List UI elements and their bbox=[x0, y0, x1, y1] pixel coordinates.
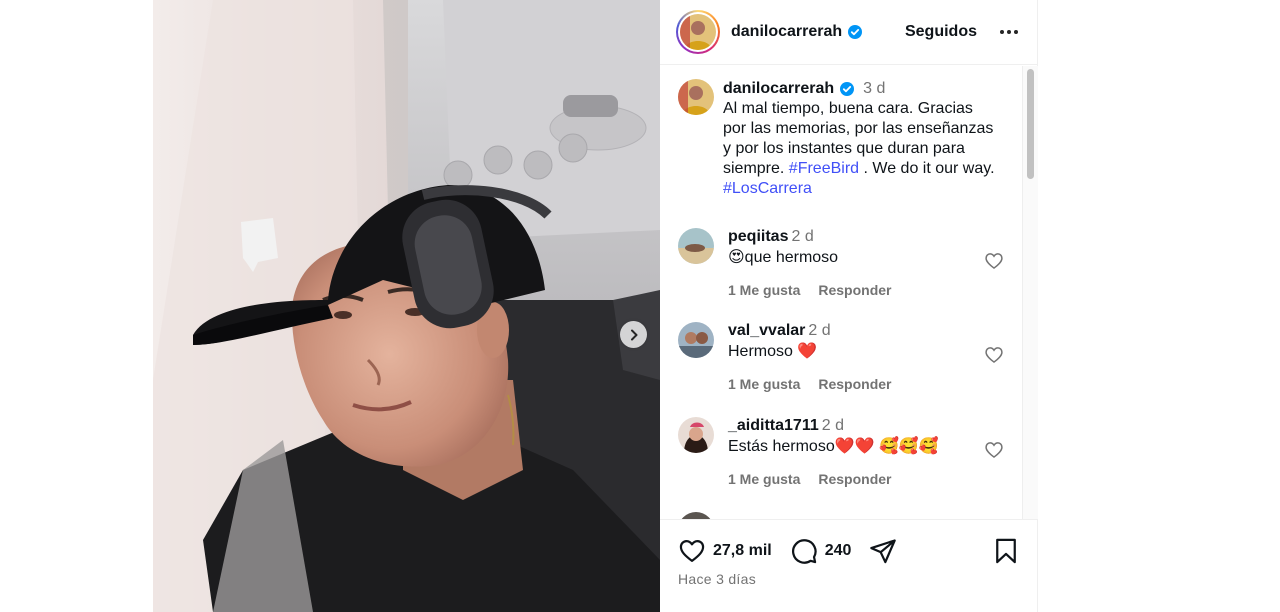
post-header: danilocarrerah Seguidos bbox=[660, 0, 1037, 65]
post-timestamp[interactable]: Hace 3 días bbox=[678, 571, 756, 587]
heart-icon[interactable] bbox=[678, 537, 706, 565]
avatar[interactable] bbox=[678, 228, 714, 264]
scrollbar-thumb[interactable] bbox=[1027, 69, 1034, 179]
verified-badge-icon bbox=[840, 82, 855, 96]
caption-line: por las memorias, por las enseñanzas bbox=[723, 120, 994, 137]
caption-line: y por los instantes que duran para bbox=[723, 140, 965, 157]
comment-bubble-icon[interactable] bbox=[790, 537, 818, 565]
comment-likes[interactable]: 1 Me gusta bbox=[728, 376, 800, 392]
avatar[interactable] bbox=[678, 79, 714, 115]
caption-text: Al mal tiempo, buena cara. Gracias por l… bbox=[723, 99, 1022, 199]
comments-list[interactable]: danilocarrerah 3 d Al mal tiempo, buena … bbox=[660, 66, 1022, 519]
avatar[interactable] bbox=[678, 417, 714, 453]
reply-button[interactable]: Responder bbox=[818, 471, 891, 487]
caption-segment: . We do it our way. bbox=[859, 160, 995, 177]
comment-username[interactable]: peqiitas bbox=[728, 228, 788, 245]
comment-username[interactable]: val_vvalar bbox=[728, 322, 805, 339]
reply-button[interactable]: Responder bbox=[818, 282, 891, 298]
likes-count[interactable]: 27,8 mil bbox=[713, 542, 772, 560]
hashtag-link[interactable]: #FreeBird bbox=[789, 160, 859, 177]
comment-username[interactable]: _aiditta1711 bbox=[728, 417, 819, 434]
comment-text: Estás hermoso❤️❤️ 🥰🥰🥰 bbox=[728, 438, 939, 455]
avatar bbox=[680, 14, 716, 50]
following-button[interactable]: Seguidos bbox=[905, 23, 977, 41]
verified-badge-icon bbox=[848, 25, 863, 39]
caption-time[interactable]: 3 d bbox=[863, 80, 885, 98]
comments-scrollbar[interactable] bbox=[1022, 66, 1038, 519]
post-actions: 27,8 mil 240 Hace 3 días bbox=[660, 519, 1038, 612]
comment-time[interactable]: 2 d bbox=[808, 322, 830, 339]
more-options-button[interactable] bbox=[997, 20, 1021, 44]
caption-segment: siempre. bbox=[723, 160, 789, 177]
post-author-username[interactable]: danilocarrerah bbox=[731, 23, 842, 41]
hashtag-link[interactable]: #LosCarrera bbox=[723, 180, 812, 197]
caption-line: Al mal tiempo, buena cara. Gracias bbox=[723, 100, 973, 117]
more-options-icon bbox=[1000, 30, 1018, 34]
like-comment-heart-icon[interactable] bbox=[984, 251, 1004, 271]
comment-text: 😍que hermoso bbox=[728, 249, 839, 266]
caption-line: #LosCarrera bbox=[723, 179, 1022, 199]
post-details-panel: danilocarrerah Seguidos danilocarrerah 3… bbox=[660, 0, 1038, 612]
story-ring[interactable] bbox=[676, 10, 720, 54]
post-photo[interactable] bbox=[153, 0, 660, 612]
reply-button[interactable]: Responder bbox=[818, 376, 891, 392]
chevron-right-icon bbox=[630, 329, 637, 340]
caption-username[interactable]: danilocarrerah bbox=[723, 80, 834, 98]
post-photo-illustration bbox=[153, 0, 660, 612]
bookmark-icon[interactable] bbox=[992, 537, 1020, 565]
comment-text: Hermoso ❤️ bbox=[728, 343, 818, 360]
post-viewer: danilocarrerah Seguidos danilocarrerah 3… bbox=[0, 0, 1280, 612]
caption-line: siempre. #FreeBird . We do it our way. bbox=[723, 159, 1022, 179]
comment-time[interactable]: 2 d bbox=[822, 417, 844, 434]
like-comment-heart-icon[interactable] bbox=[984, 345, 1004, 365]
comment-likes[interactable]: 1 Me gusta bbox=[728, 282, 800, 298]
avatar[interactable] bbox=[678, 512, 714, 519]
comments-count[interactable]: 240 bbox=[825, 542, 852, 560]
comment-time[interactable]: 2 d bbox=[791, 228, 813, 245]
paper-plane-icon[interactable] bbox=[869, 537, 897, 565]
avatar[interactable] bbox=[678, 322, 714, 358]
comment-likes[interactable]: 1 Me gusta bbox=[728, 471, 800, 487]
like-comment-heart-icon[interactable] bbox=[984, 440, 1004, 460]
next-photo-button[interactable] bbox=[620, 321, 647, 348]
